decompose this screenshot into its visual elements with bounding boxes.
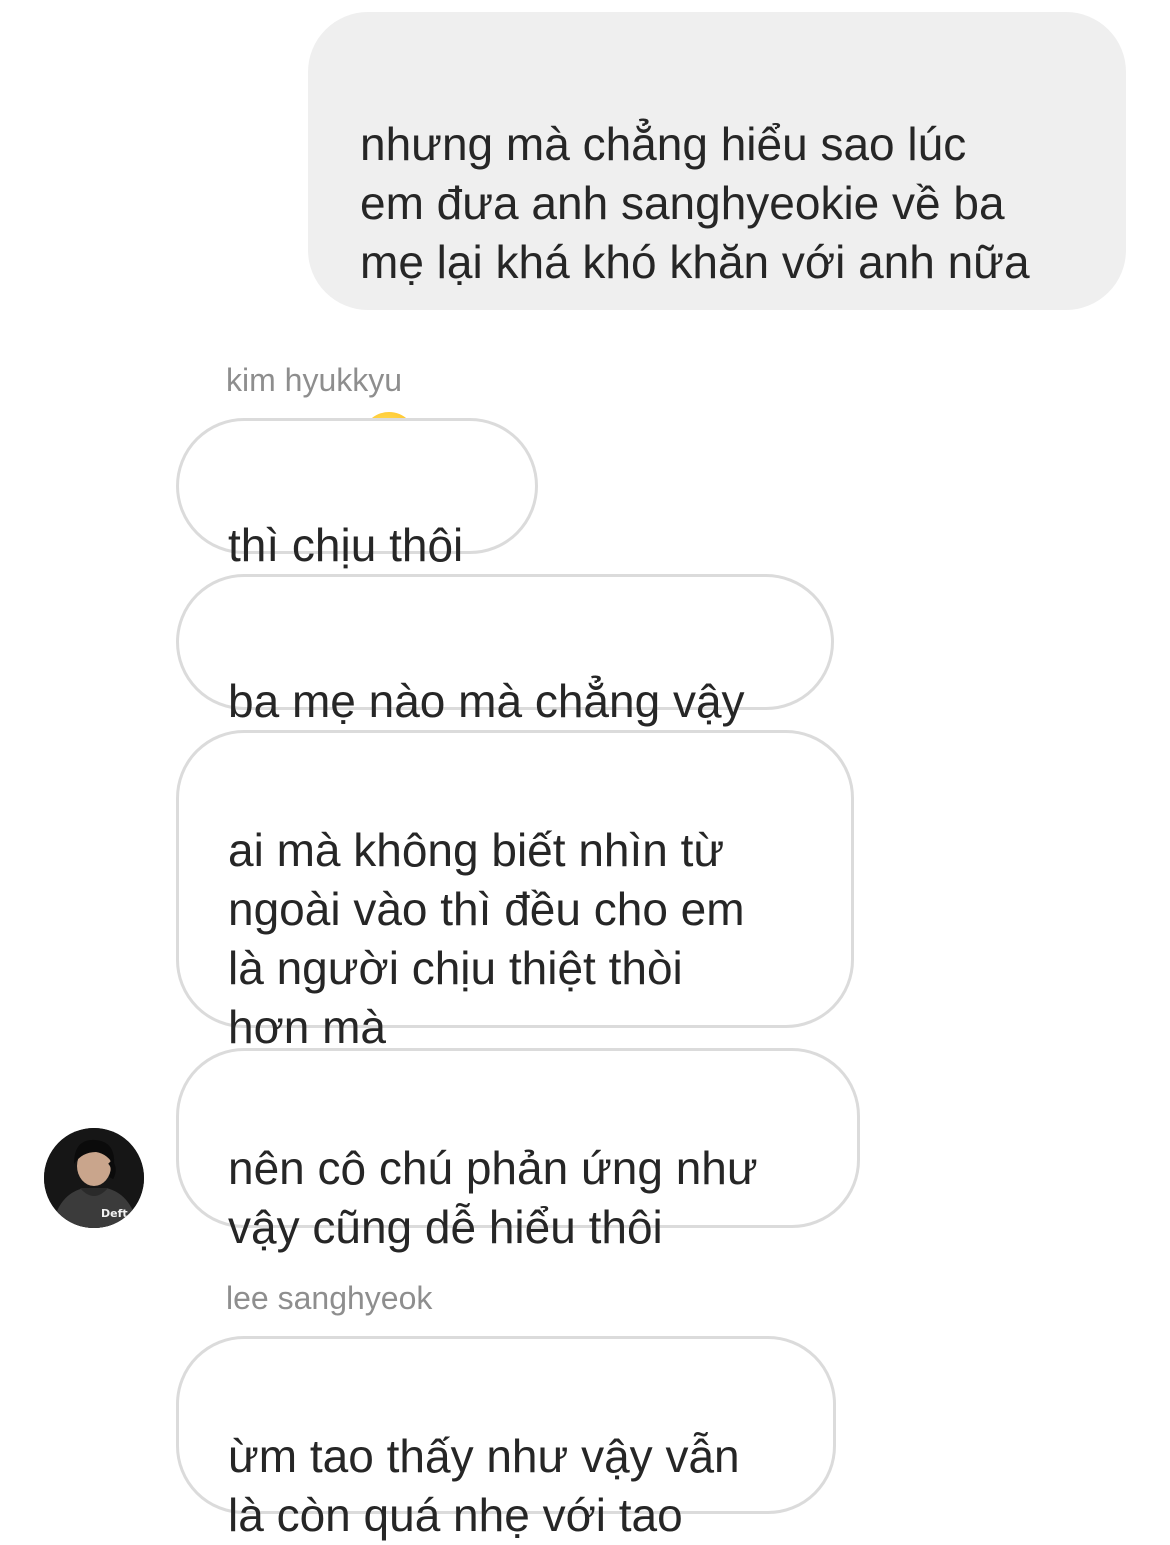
- avatar[interactable]: Deft: [44, 1128, 144, 1228]
- received-message-bubble[interactable]: thì chịu thôi: [176, 418, 538, 571]
- received-message-bubble[interactable]: ai mà không biết nhìn từ ngoài vào thì đ…: [176, 730, 854, 1053]
- message-text: thì chịu thôi: [228, 519, 464, 571]
- sender-name: kim hyukkyu: [226, 362, 403, 398]
- message-text: ai mà không biết nhìn từ ngoài vào thì đ…: [228, 824, 745, 1053]
- message-text: nên cô chú phản ứng như vậy cũng dễ hiểu…: [228, 1142, 758, 1253]
- received-message-bubble[interactable]: ba mẹ nào mà chẳng vậy: [176, 574, 834, 727]
- avatar-label: Deft: [101, 1207, 128, 1220]
- sent-message-bubble[interactable]: nhưng mà chẳng hiểu sao lúc em đưa anh s…: [308, 12, 1126, 466]
- sent-message-text: nhưng mà chẳng hiểu sao lúc em đưa anh s…: [360, 118, 1030, 288]
- profile-photo-icon: Deft: [44, 1128, 144, 1228]
- sender-name: lee sanghyeok: [226, 1280, 433, 1316]
- message-text: ừm tao thấy như vậy vẫn là còn quá nhẹ v…: [228, 1430, 740, 1541]
- received-message-bubble[interactable]: nên cô chú phản ứng như vậy cũng dễ hiểu…: [176, 1048, 860, 1253]
- message-text: ba mẹ nào mà chẳng vậy: [228, 675, 745, 727]
- received-message-bubble[interactable]: ừm tao thấy như vậy vẫn là còn quá nhẹ v…: [176, 1336, 836, 1541]
